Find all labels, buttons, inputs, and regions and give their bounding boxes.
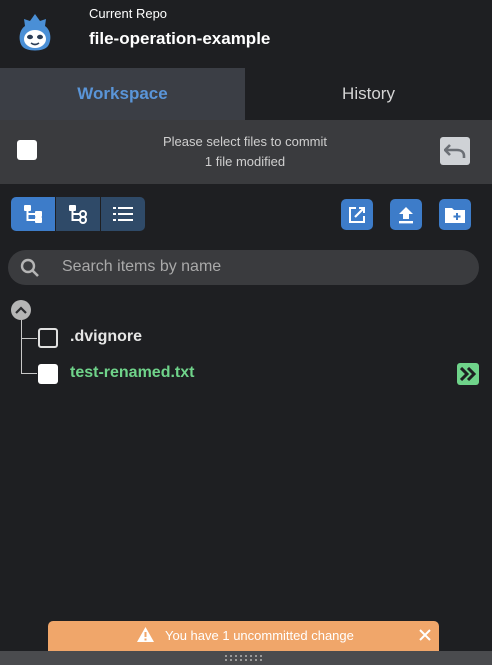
repo-caption: Current Repo	[89, 6, 168, 21]
file-name-dvignore[interactable]: .dvignore	[70, 328, 142, 346]
new-folder-icon	[445, 207, 465, 223]
renamed-status-badge[interactable]	[457, 363, 479, 385]
file-checkbox-dvignore[interactable]	[38, 328, 58, 348]
app-header: Current Repo file-operation-example	[0, 0, 492, 68]
close-icon[interactable]	[417, 627, 433, 643]
open-external-icon	[349, 206, 365, 223]
tree-icon	[24, 205, 42, 223]
tab-workspace[interactable]: Workspace	[0, 68, 245, 120]
warning-icon	[137, 627, 154, 642]
upload-icon	[399, 206, 413, 223]
tree-connector	[21, 338, 37, 339]
tree-view-button[interactable]	[11, 197, 56, 231]
repo-name: file-operation-example	[89, 29, 271, 48]
open-external-button[interactable]	[341, 199, 373, 230]
tab-bar: Workspace History	[0, 68, 492, 120]
commit-prompt: Please select files to commit	[162, 134, 327, 149]
drag-handle-icon[interactable]	[225, 654, 265, 662]
list-icon	[113, 207, 133, 221]
search-placeholder: Search items by name	[62, 258, 222, 275]
revert-button[interactable]	[440, 137, 470, 165]
modified-count: 1 file modified	[204, 154, 286, 169]
commit-status: Please select files to commit 1 file mod…	[120, 132, 370, 172]
dvc-sloth-logo-icon	[19, 14, 51, 51]
view-mode-toggle	[11, 197, 145, 231]
tab-history[interactable]: History	[245, 68, 492, 120]
undo-icon	[444, 144, 466, 158]
new-folder-button[interactable]	[439, 199, 471, 230]
select-all-checkbox[interactable]	[17, 140, 37, 160]
collapse-folder-button[interactable]	[11, 300, 31, 320]
file-checkbox-test-renamed[interactable]	[38, 364, 58, 384]
tree-connector	[21, 320, 22, 374]
tree-selected-icon	[69, 205, 87, 224]
chevron-up-icon	[15, 306, 27, 314]
search-icon	[20, 258, 39, 277]
double-chevron-right-icon	[460, 367, 476, 381]
tree-selected-view-button[interactable]	[56, 197, 101, 231]
upload-button[interactable]	[390, 199, 422, 230]
tree-connector	[21, 373, 37, 374]
toast-message: You have 1 uncommitted change	[165, 628, 354, 643]
file-name-test-renamed[interactable]: test-renamed.txt	[70, 364, 194, 382]
list-view-button[interactable]	[101, 197, 145, 231]
